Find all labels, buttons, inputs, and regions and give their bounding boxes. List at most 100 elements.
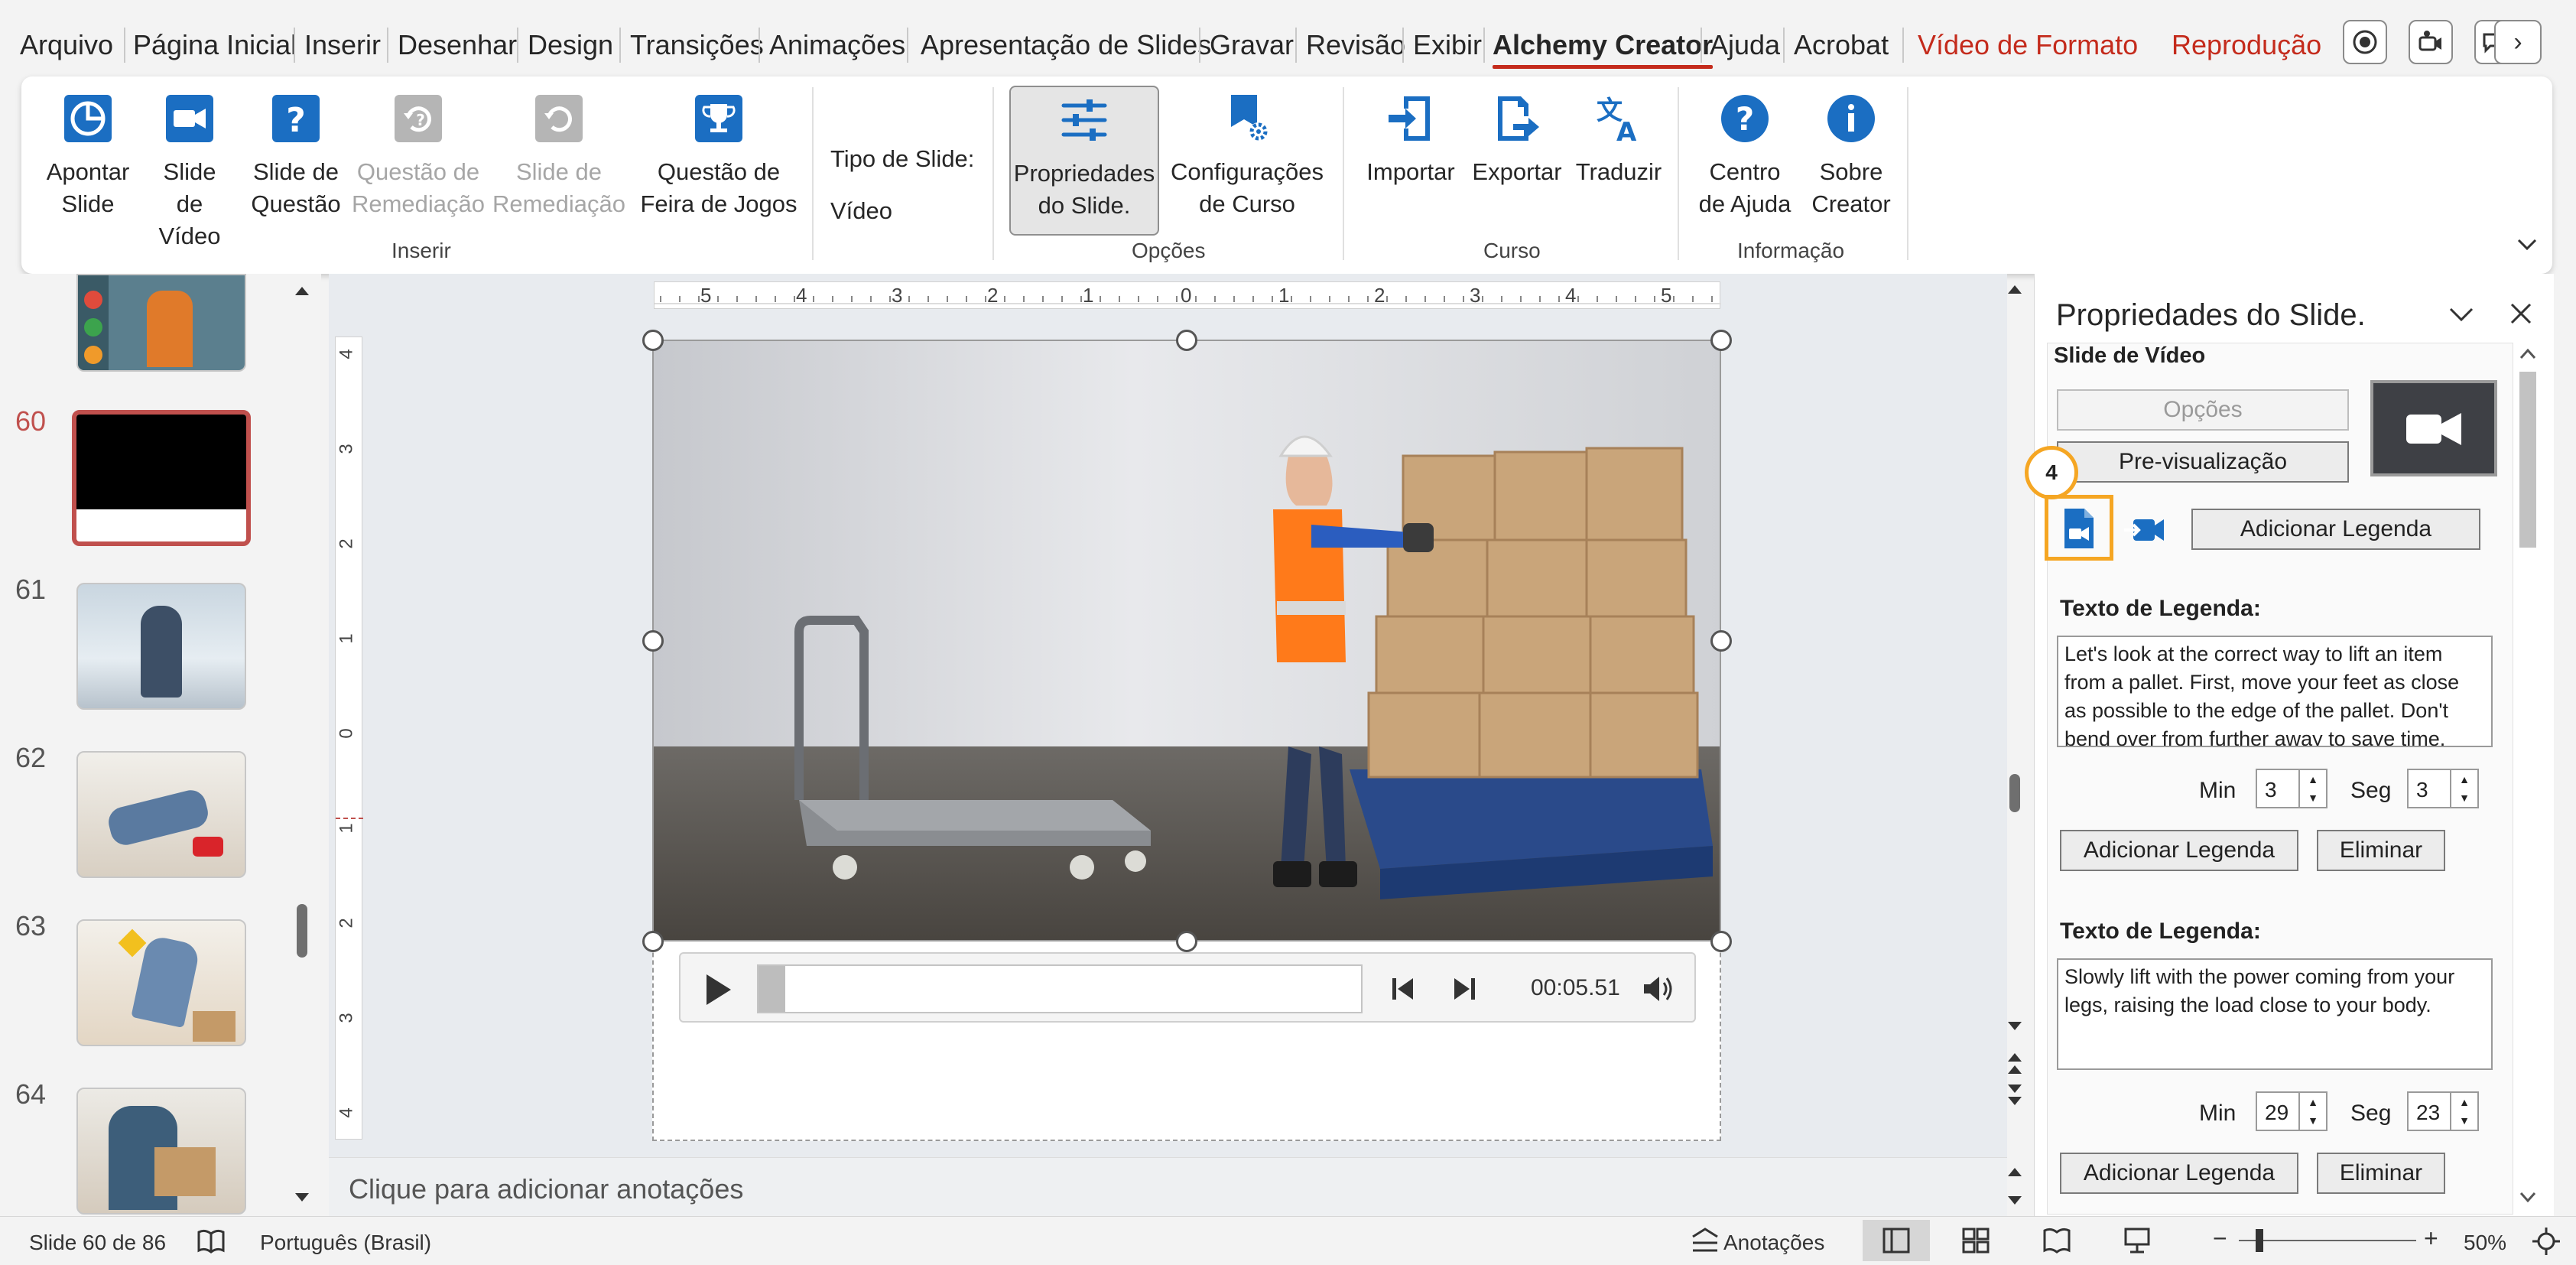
resize-handle[interactable] [1176, 931, 1197, 952]
collapse-ribbon-chevron-icon[interactable] [2516, 237, 2539, 252]
tab-animacoes[interactable]: Animações [769, 29, 905, 61]
centro-de-ajuda-button[interactable]: ? Centro de Ajuda [1694, 92, 1795, 220]
video-preview-thumbnail[interactable] [2370, 380, 2497, 476]
step-back-icon[interactable] [1390, 975, 1416, 1003]
slide-sorter-icon[interactable] [1962, 1228, 1990, 1254]
notes-placeholder[interactable]: Clique para adicionar anotações [329, 1157, 2007, 1216]
pane-options-chevron-icon[interactable] [2448, 306, 2475, 323]
fit-to-window-icon[interactable] [2531, 1226, 2561, 1257]
adicionar-legenda-button[interactable]: Adicionar Legenda [2060, 830, 2298, 871]
tab-reproducao[interactable]: Reprodução [2172, 29, 2321, 61]
tab-acrobat[interactable]: Acrobat [1794, 29, 1889, 61]
min-spinner[interactable]: 3 ▲ ▼ [2256, 769, 2327, 808]
sec-spinner[interactable]: 23 ▲ ▼ [2407, 1091, 2479, 1131]
tab-revisao[interactable]: Revisão [1306, 29, 1405, 61]
video-import-icon[interactable] [2123, 515, 2165, 545]
tab-alchemy-creator[interactable]: Alchemy Creator [1493, 29, 1714, 69]
scroll-down-icon[interactable] [2006, 1195, 2023, 1207]
sec-spinner[interactable]: 3 ▲ ▼ [2407, 769, 2479, 808]
min-spinner[interactable]: 29 ▲ ▼ [2256, 1091, 2327, 1131]
tab-gravar[interactable]: Gravar [1210, 29, 1294, 61]
pre-visualizacao-button[interactable]: Pre-visualização [2057, 441, 2349, 483]
tab-video-de-formato[interactable]: Vídeo de Formato [1918, 29, 2138, 61]
exportar-button[interactable]: Exportar [1467, 92, 1567, 188]
tab-inserir[interactable]: Inserir [304, 29, 381, 61]
propriedades-do-slide-button[interactable]: Propriedades do Slide. [1009, 86, 1159, 236]
resize-handle[interactable] [642, 931, 664, 952]
scroll-up-icon[interactable] [2519, 347, 2536, 359]
slideshow-icon[interactable] [2123, 1226, 2152, 1255]
language-status[interactable]: Português (Brasil) [260, 1231, 431, 1255]
sobre-creator-button[interactable]: Sobre Creator [1803, 92, 1899, 220]
eliminar-button[interactable]: Eliminar [2317, 830, 2445, 871]
zoom-out-button[interactable]: − [2213, 1224, 2227, 1253]
traduzir-button[interactable]: 文A Traduzir [1569, 92, 1668, 188]
tab-desenhar[interactable]: Desenhar [398, 29, 517, 61]
volume-icon[interactable] [1641, 974, 1675, 1004]
previous-slide-icon[interactable] [2006, 1051, 2023, 1077]
slide-de-questao-button[interactable]: ? Slide de Questão [248, 92, 344, 220]
more-tabs-button[interactable]: › [2494, 20, 2542, 64]
next-slide-icon[interactable] [2006, 1081, 2023, 1107]
caption-text-input[interactable]: Slowly lift with the power coming from y… [2057, 958, 2493, 1070]
properties-scrollbar[interactable] [2516, 343, 2539, 1215]
slide-thumbnail-61[interactable] [76, 583, 246, 710]
notes-toggle[interactable]: Anotações [1723, 1231, 1824, 1255]
normal-view-button[interactable] [1863, 1220, 1930, 1261]
resize-handle[interactable] [642, 630, 664, 652]
tab-arquivo[interactable]: Arquivo [20, 29, 113, 61]
opcoes-button[interactable]: Opções [2057, 389, 2349, 431]
zoom-in-button[interactable]: + [2424, 1224, 2438, 1253]
accessibility-book-icon[interactable] [196, 1228, 226, 1255]
thumbnail-scrollbar[interactable] [291, 274, 313, 1216]
scroll-up-icon[interactable] [2006, 283, 2023, 295]
importar-button[interactable]: Importar [1361, 92, 1460, 188]
questao-feira-de-jogos-button[interactable]: Questão de Feira de Jogos [638, 92, 800, 220]
resize-handle[interactable] [1176, 330, 1197, 351]
apontar-slide-button[interactable]: Apontar Slide [44, 92, 132, 220]
zoom-level[interactable]: 50% [2464, 1231, 2506, 1255]
scrollbar-thumb[interactable] [2519, 372, 2536, 548]
slide-de-remediacao-button[interactable]: Slide de Remediação [492, 92, 625, 220]
slide-thumbnail-62[interactable] [76, 751, 246, 878]
resize-handle[interactable] [1710, 330, 1732, 351]
scrollbar-thumb[interactable] [2009, 774, 2020, 812]
zoom-slider[interactable] [2239, 1240, 2416, 1241]
slide-de-video-button[interactable]: Slide de Vídeo [147, 92, 232, 252]
slide-scrollbar[interactable] [2003, 278, 2026, 1158]
slide-thumbnail-60[interactable] [72, 410, 251, 546]
scrollbar-thumb[interactable] [297, 904, 307, 958]
tab-ajuda[interactable]: Ajuda [1710, 29, 1780, 61]
step-forward-icon[interactable] [1451, 975, 1477, 1003]
tab-exibir[interactable]: Exibir [1413, 29, 1482, 61]
video-file-icon[interactable] [2060, 507, 2098, 550]
resize-handle[interactable] [642, 330, 664, 351]
adicionar-legenda-button[interactable]: Adicionar Legenda [2191, 509, 2480, 550]
scroll-up-icon[interactable] [294, 285, 310, 297]
questao-de-remediacao-button[interactable]: ? Questão de Remediação [352, 92, 485, 220]
record-button[interactable] [2343, 20, 2387, 64]
resize-handle[interactable] [1710, 630, 1732, 652]
play-icon[interactable] [703, 972, 734, 1007]
tab-apresentacao[interactable]: Apresentação de Slides [921, 29, 1211, 61]
scroll-down-icon[interactable] [2519, 1192, 2536, 1204]
scroll-up-icon[interactable] [2006, 1166, 2023, 1178]
notes-scrollbar[interactable] [2003, 1159, 2026, 1215]
close-icon[interactable] [2509, 301, 2533, 326]
resize-handle[interactable] [1710, 931, 1732, 952]
slide-thumbnail-59[interactable] [76, 274, 246, 372]
configuracoes-de-curso-button[interactable]: Configurações de Curso [1168, 92, 1326, 220]
tab-design[interactable]: Design [528, 29, 613, 61]
slide-thumbnail-64[interactable] [76, 1088, 246, 1215]
tab-pagina-inicial[interactable]: Página Inicial [133, 29, 297, 61]
reading-view-icon[interactable] [2043, 1228, 2071, 1254]
zoom-slider-thumb[interactable] [2256, 1229, 2263, 1252]
video-frame[interactable] [652, 340, 1721, 941]
adicionar-legenda-button[interactable]: Adicionar Legenda [2060, 1153, 2298, 1194]
eliminar-button[interactable]: Eliminar [2317, 1153, 2445, 1194]
tab-transicoes[interactable]: Transições [630, 29, 764, 61]
camera-button[interactable] [2409, 20, 2453, 64]
slide-thumbnail-63[interactable] [76, 919, 246, 1046]
scroll-down-icon[interactable] [2006, 1020, 2023, 1032]
caption-text-input[interactable]: Let's look at the correct way to lift an… [2057, 636, 2493, 747]
